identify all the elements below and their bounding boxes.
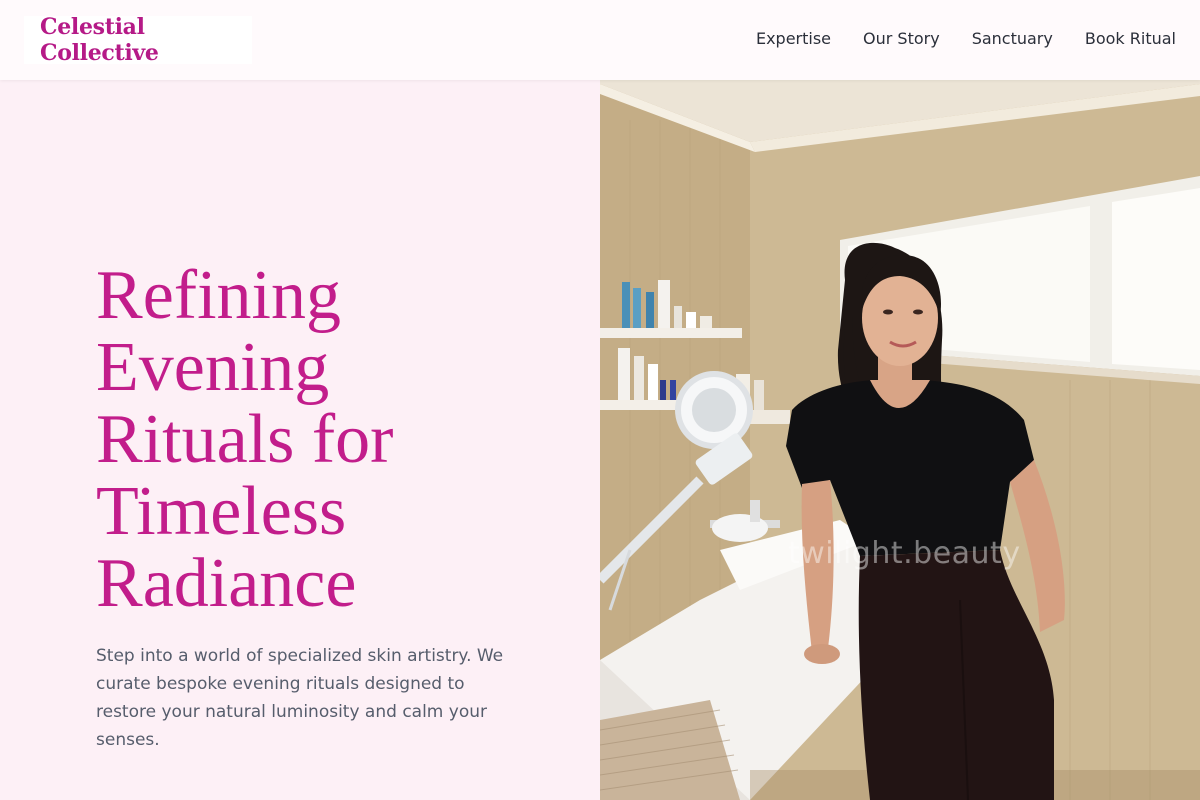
image-watermark: twilight.beauty	[788, 536, 1021, 571]
nav-link-expertise[interactable]: Expertise	[756, 28, 831, 50]
hero-title-line: Evening	[96, 329, 330, 406]
hero-title-line: Timeless	[96, 473, 347, 550]
spa-room-photo	[600, 80, 1200, 800]
hero-title-line: Rituals for	[96, 401, 394, 478]
nav-link-our-story[interactable]: Our Story	[863, 28, 940, 50]
main-nav: Expertise Our Story Sanctuary Book Ritua…	[756, 28, 1176, 50]
site-header: Celestial Collective Expertise Our Story…	[0, 0, 1200, 80]
hero-title-line: Radiance	[96, 545, 357, 622]
brand-logo[interactable]: Celestial Collective	[24, 14, 252, 66]
nav-link-book-ritual[interactable]: Book Ritual	[1085, 28, 1176, 50]
hero-title-line: Refining	[96, 257, 341, 334]
hero-text-panel: Refining Evening Rituals for Timeless Ra…	[0, 80, 600, 800]
nav-link-sanctuary[interactable]: Sanctuary	[972, 28, 1053, 50]
hero-description: Step into a world of specialized skin ar…	[96, 646, 504, 750]
hero-image: twilight.beauty	[600, 80, 1200, 800]
hero-title: Refining Evening Rituals for Timeless Ra…	[96, 260, 556, 620]
